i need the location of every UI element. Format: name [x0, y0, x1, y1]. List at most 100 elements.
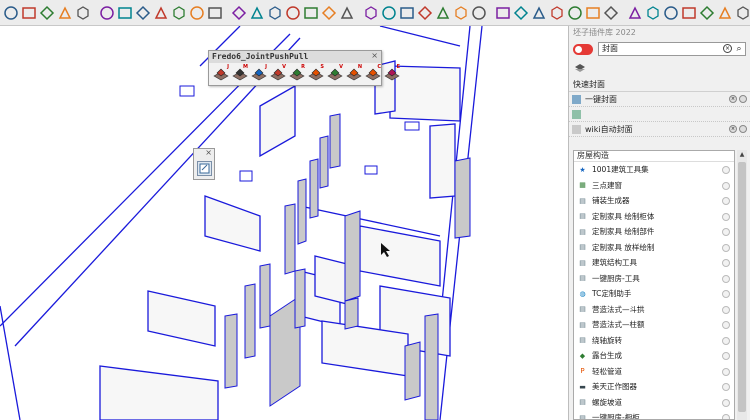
- grid-icon[interactable]: [585, 3, 601, 23]
- toggle-switch[interactable]: [573, 43, 593, 55]
- plugin-icon[interactable]: [572, 109, 581, 119]
- close-icon[interactable]: ×: [371, 51, 378, 60]
- monochrome-icon[interactable]: [567, 3, 583, 23]
- iso-view-icon[interactable]: [381, 3, 397, 23]
- favorite-toggle[interactable]: [722, 290, 730, 298]
- mini-toolbar[interactable]: ×: [193, 148, 215, 180]
- fog-icon[interactable]: [681, 3, 697, 23]
- push-pull-tool-icon[interactable]: C: [364, 64, 382, 83]
- plugin-list-item[interactable]: ▤ 建筑结构工具: [574, 255, 734, 271]
- right-view-icon[interactable]: [435, 3, 451, 23]
- favorite-toggle[interactable]: [722, 398, 730, 407]
- plugin-list-item[interactable]: ▤ 一键厨房-橱柜: [574, 410, 734, 419]
- plugin-list-item[interactable]: ◆ 露台生成: [574, 348, 734, 364]
- sun-icon[interactable]: [39, 3, 55, 23]
- textured-icon[interactable]: [549, 3, 565, 23]
- gear-icon[interactable]: [231, 3, 247, 23]
- circle-tool-icon[interactable]: [21, 3, 37, 23]
- cube-icon-2[interactable]: [735, 3, 750, 23]
- push-pull-tool-icon[interactable]: S: [307, 64, 325, 83]
- teapot-icon[interactable]: [57, 3, 73, 23]
- measure-icon[interactable]: [267, 3, 283, 23]
- plugin-icon[interactable]: [197, 161, 212, 176]
- back-view-icon[interactable]: [453, 3, 469, 23]
- plugin-list-item[interactable]: ▤ 铺装生成器: [574, 193, 734, 209]
- move-icon[interactable]: [249, 3, 265, 23]
- remove-icon[interactable]: ×: [729, 125, 737, 133]
- push-pull-tool-icon[interactable]: R: [288, 64, 306, 83]
- hidden-line-icon[interactable]: [513, 3, 529, 23]
- push-pull-tool-icon[interactable]: E: [383, 64, 401, 83]
- favorite-toggle[interactable]: [722, 212, 730, 221]
- front-view-icon[interactable]: [417, 3, 433, 23]
- plugin-list-item[interactable]: ★ 1001建筑工具集: [574, 162, 734, 178]
- component-icon[interactable]: [603, 3, 619, 23]
- plugin-list-item[interactable]: ◍ TC定制助手: [574, 286, 734, 302]
- prev-view-icon[interactable]: [135, 3, 151, 23]
- display-icon[interactable]: [171, 3, 187, 23]
- push-pull-tool-icon[interactable]: V: [326, 64, 344, 83]
- search-icon[interactable]: ⌕: [734, 43, 744, 54]
- remove-icon[interactable]: ×: [729, 95, 737, 103]
- plugin-list-item[interactable]: ▤ 定制家具 绘制柜体: [574, 209, 734, 225]
- plugin-list-item[interactable]: ▤ 定制家具 放样绘制: [574, 240, 734, 256]
- push-pull-tool-icon[interactable]: N: [345, 64, 363, 83]
- plugin-list-item[interactable]: ▦ 三点建窗: [574, 178, 734, 194]
- favorite-toggle[interactable]: [722, 228, 730, 236]
- zoom-icon[interactable]: [99, 3, 115, 23]
- plugin-list-item[interactable]: ▤ 绕轴旋转: [574, 333, 734, 349]
- tool-icon[interactable]: [573, 61, 587, 75]
- plugin-list-item[interactable]: ▤ 螺旋坡道: [574, 395, 734, 411]
- xray-icon[interactable]: [495, 3, 511, 23]
- plugin-list-item[interactable]: ▤ 一键厨房-工具: [574, 271, 734, 287]
- push-pull-tool-icon[interactable]: J: [212, 64, 230, 83]
- favorite-toggle[interactable]: [722, 383, 730, 391]
- settings-icon[interactable]: [739, 125, 747, 133]
- dimension-icon[interactable]: [363, 3, 379, 23]
- plugin-list-item[interactable]: P 轻松管道: [574, 364, 734, 380]
- select-icon[interactable]: [3, 3, 19, 23]
- plugin-list-item[interactable]: ▬ 美天正作图器: [574, 379, 734, 395]
- plugin-list-item[interactable]: ▤ 营造法式—斗拱: [574, 302, 734, 318]
- scene-icon[interactable]: [645, 3, 661, 23]
- axis-icon[interactable]: [321, 3, 337, 23]
- push-pull-tool-icon[interactable]: M: [231, 64, 249, 83]
- layer-icon[interactable]: [627, 3, 643, 23]
- favorite-toggle[interactable]: [722, 321, 730, 329]
- section-icon[interactable]: [153, 3, 169, 23]
- edge-icon[interactable]: [699, 3, 715, 23]
- pinned-item[interactable]: wiki自动封面 ×: [569, 122, 750, 137]
- plugin-list-item[interactable]: ▤ 定制家具 绘制部件: [574, 224, 734, 240]
- favorite-toggle[interactable]: [722, 414, 730, 419]
- favorite-toggle[interactable]: [722, 166, 730, 174]
- pinned-item[interactable]: 一键封面 ×: [569, 92, 750, 107]
- left-view-icon[interactable]: [471, 3, 487, 23]
- scroll-up-icon[interactable]: ▲: [737, 150, 747, 160]
- plugin-list-item[interactable]: ▤ 营造法式—柱额: [574, 317, 734, 333]
- favorite-toggle[interactable]: [722, 336, 730, 345]
- wireframe-icon[interactable]: [189, 3, 205, 23]
- orbit-icon[interactable]: [75, 3, 91, 23]
- favorite-toggle[interactable]: [722, 259, 730, 267]
- push-pull-tool-icon[interactable]: V: [269, 64, 287, 83]
- settings-icon[interactable]: [739, 95, 747, 103]
- clear-icon[interactable]: ×: [723, 44, 732, 53]
- favorite-toggle[interactable]: [722, 274, 730, 283]
- shadow-icon[interactable]: [663, 3, 679, 23]
- close-icon[interactable]: ×: [205, 148, 212, 157]
- favorite-toggle[interactable]: [722, 305, 730, 314]
- shaded-icon[interactable]: [531, 3, 547, 23]
- cube-icon[interactable]: [717, 3, 733, 23]
- joint-push-pull-toolbar[interactable]: Fredo6_JointPushPull × J M J V R S V N C E: [208, 50, 400, 86]
- push-pull-tool-icon[interactable]: J: [250, 64, 268, 83]
- text-icon[interactable]: [339, 3, 355, 23]
- material-icon[interactable]: [207, 3, 223, 23]
- scroll-thumb[interactable]: [738, 162, 746, 412]
- search-input[interactable]: 封面 × ⌕: [598, 42, 746, 56]
- top-view-icon[interactable]: [399, 3, 415, 23]
- favorite-toggle[interactable]: [722, 197, 730, 205]
- zoom-extents-icon[interactable]: [117, 3, 133, 23]
- favorite-toggle[interactable]: [722, 367, 730, 376]
- rotate-icon[interactable]: [285, 3, 301, 23]
- favorite-toggle[interactable]: [722, 352, 730, 360]
